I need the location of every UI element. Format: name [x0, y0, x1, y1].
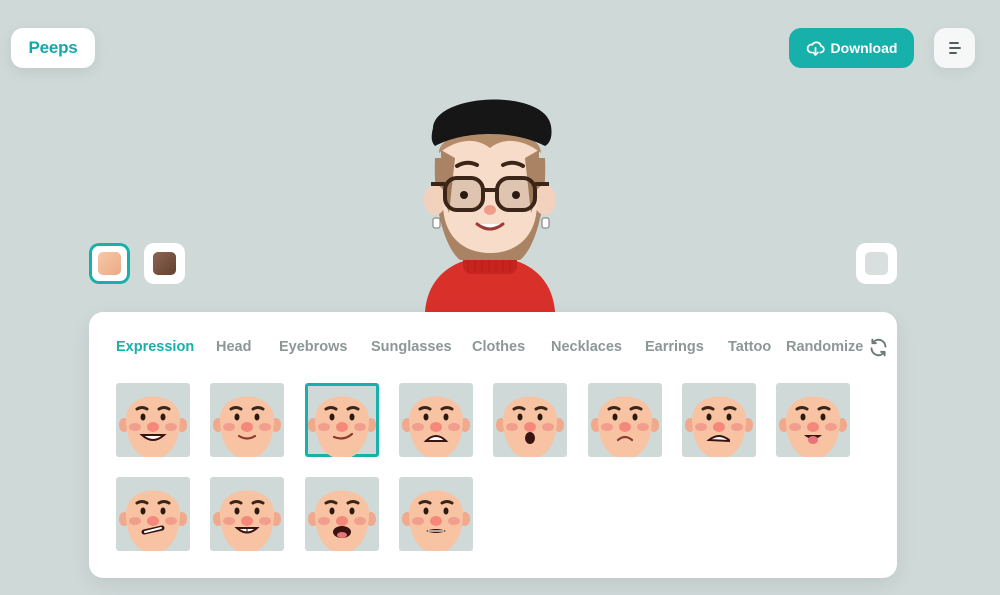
expression-thumb-teeth-frown[interactable]	[681, 383, 756, 457]
tab-clothes[interactable]: Clothes	[472, 339, 525, 355]
expression-face-icon	[401, 396, 470, 457]
avatar-preview	[424, 99, 556, 312]
background-color-swatch[interactable]	[856, 243, 897, 284]
refresh-icon[interactable]	[868, 337, 889, 358]
expression-face-icon	[496, 396, 565, 457]
expression-thumb-sad[interactable]	[587, 383, 662, 457]
tab-tattoo[interactable]: Tattoo	[728, 339, 771, 355]
tab-necklaces[interactable]: Necklaces	[551, 339, 622, 355]
tab-randomize[interactable]: Randomize	[786, 339, 863, 355]
expression-face-icon	[590, 396, 659, 457]
expression-face-icon	[213, 490, 282, 551]
expression-face-icon	[779, 396, 848, 457]
menu-icon	[948, 42, 961, 54]
download-button[interactable]: Download	[789, 28, 914, 68]
expression-thumb-surprised[interactable]	[493, 383, 568, 457]
background-color-chip	[865, 252, 888, 275]
expression-face-icon	[119, 490, 187, 551]
expression-thumb-tongue-out[interactable]	[776, 383, 851, 457]
skin-tone-dark-swatch[interactable]	[144, 243, 185, 284]
category-tabs: Expression Head Eyebrows Sunglasses Clot…	[89, 339, 897, 359]
tab-head[interactable]: Head	[216, 339, 251, 355]
expression-thumb-big-grin[interactable]	[116, 383, 190, 457]
expression-face-icon	[307, 490, 376, 551]
download-label: Download	[830, 40, 898, 56]
expression-face-icon	[307, 396, 376, 457]
tab-sunglasses[interactable]: Sunglasses	[371, 339, 452, 355]
expression-thumb-tongue-open[interactable]	[304, 477, 379, 551]
expression-face-icon	[401, 490, 470, 551]
skin-tone-light-swatch[interactable]	[89, 243, 130, 284]
expression-thumb-crooked-grin[interactable]	[116, 477, 190, 551]
tab-eyebrows[interactable]: Eyebrows	[279, 339, 348, 355]
tab-earrings[interactable]: Earrings	[645, 339, 704, 355]
expression-thumb-tight-lips[interactable]	[398, 477, 473, 551]
skin-tone-light-chip	[98, 252, 121, 275]
cloud-download-icon	[806, 40, 825, 56]
expression-thumb-smirk[interactable]	[304, 383, 379, 457]
customization-panel: Expression Head Eyebrows Sunglasses Clot…	[89, 312, 897, 578]
app-logo[interactable]: Peeps	[11, 28, 95, 68]
skin-tone-dark-chip	[153, 252, 176, 275]
menu-button[interactable]	[934, 28, 975, 68]
expression-face-icon	[119, 396, 187, 457]
expression-face-icon	[684, 396, 753, 457]
expression-thumb-grimace[interactable]	[398, 383, 473, 457]
expression-thumb-smile[interactable]	[210, 383, 285, 457]
tab-expression[interactable]: Expression	[116, 339, 194, 355]
expression-face-icon	[213, 396, 282, 457]
expression-thumb-toothy-grin[interactable]	[210, 477, 285, 551]
